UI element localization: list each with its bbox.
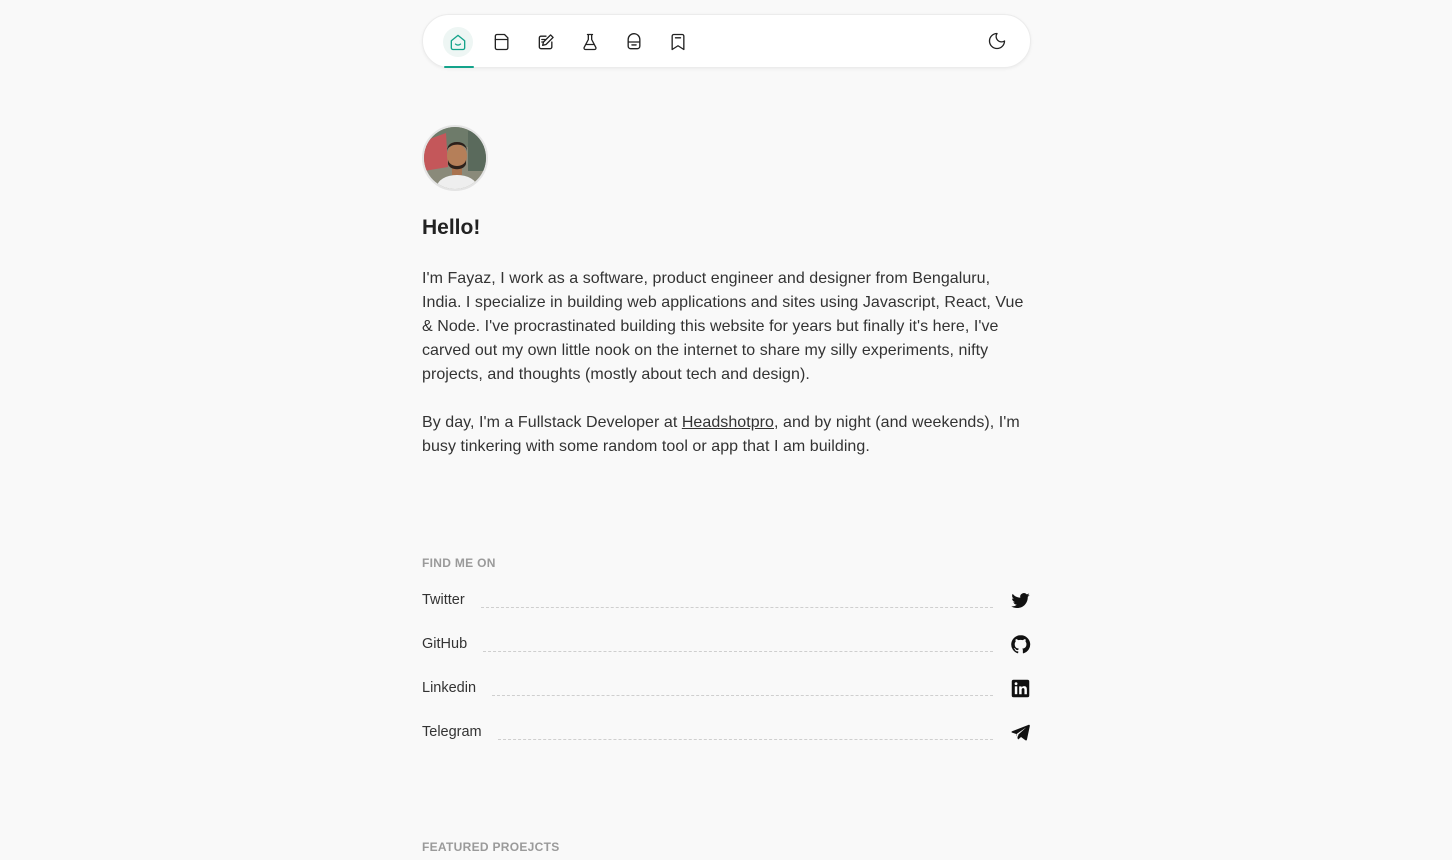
active-nav-indicator xyxy=(444,66,474,68)
nav-projects-button[interactable] xyxy=(619,27,649,57)
find-me-on-label: FIND ME ON xyxy=(422,556,496,570)
intro-paragraph: I'm Fayaz, I work as a software, product… xyxy=(422,270,1024,383)
projects-box-icon xyxy=(627,33,641,50)
linkedin-icon xyxy=(1009,677,1031,699)
nav-notes-button[interactable] xyxy=(487,27,517,57)
social-link-label: GitHub xyxy=(422,636,468,652)
dashed-divider xyxy=(480,606,993,608)
home-icon xyxy=(450,34,466,51)
avatar xyxy=(422,125,488,191)
dashed-divider xyxy=(492,694,993,696)
lab-flask-icon xyxy=(583,33,597,51)
bookmark-icon xyxy=(671,33,685,51)
twitter-icon xyxy=(1009,589,1031,611)
notes-icon xyxy=(494,33,509,51)
social-link-label: Linkedin xyxy=(422,680,477,696)
dashed-divider xyxy=(483,650,993,652)
telegram-icon xyxy=(1009,721,1031,743)
nav-bookmarks-button[interactable] xyxy=(663,27,693,57)
featured-projects-label: FEATURED PROEJCTS xyxy=(422,840,560,854)
nav-experiments-button[interactable] xyxy=(575,27,605,57)
social-link-twitter[interactable]: Twitter xyxy=(422,586,1031,614)
blog-edit-icon xyxy=(538,34,554,50)
headshotpro-link[interactable]: Headshotpro xyxy=(682,414,774,431)
top-navigation xyxy=(422,14,1031,68)
social-link-linkedin[interactable]: Linkedin xyxy=(422,674,1031,702)
job-text-before: By day, I'm a Fullstack Developer at xyxy=(422,414,682,431)
social-link-github[interactable]: GitHub xyxy=(422,630,1031,658)
social-link-label: Twitter xyxy=(422,592,465,608)
nav-home-button[interactable] xyxy=(443,27,473,57)
moon-icon xyxy=(988,32,1006,50)
nav-writing-button[interactable] xyxy=(531,27,561,57)
social-link-telegram[interactable]: Telegram xyxy=(422,718,1031,746)
social-link-label: Telegram xyxy=(422,724,482,740)
theme-toggle-button[interactable] xyxy=(982,26,1012,56)
dashed-divider xyxy=(497,738,993,740)
job-paragraph: By day, I'm a Fullstack Developer at Hea… xyxy=(422,411,1034,459)
greeting-heading: Hello! xyxy=(422,216,481,239)
github-icon xyxy=(1009,633,1031,655)
